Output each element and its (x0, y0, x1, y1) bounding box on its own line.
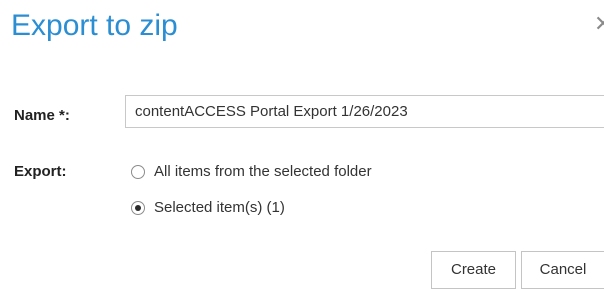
export-label: Export: (14, 163, 67, 180)
radio-button[interactable] (131, 164, 145, 179)
cancel-button[interactable]: Cancel (521, 251, 604, 289)
radio-option-label: All items from the selected folder (154, 163, 372, 180)
name-label: Name *: (14, 107, 70, 124)
name-input[interactable] (125, 95, 604, 128)
radio-button-checked[interactable] (131, 200, 145, 215)
close-icon[interactable]: ✕ (594, 12, 604, 36)
radio-option-label: Selected item(s) (1) (154, 199, 285, 216)
create-button[interactable]: Create (431, 251, 516, 289)
dialog-title: Export to zip (11, 9, 178, 42)
radio-option-selected-items[interactable]: Selected item(s) (1) (131, 199, 285, 216)
export-dialog: Export to zip ✕ Name *: Export: All item… (0, 0, 604, 289)
radio-option-all-items[interactable]: All items from the selected folder (131, 163, 372, 180)
